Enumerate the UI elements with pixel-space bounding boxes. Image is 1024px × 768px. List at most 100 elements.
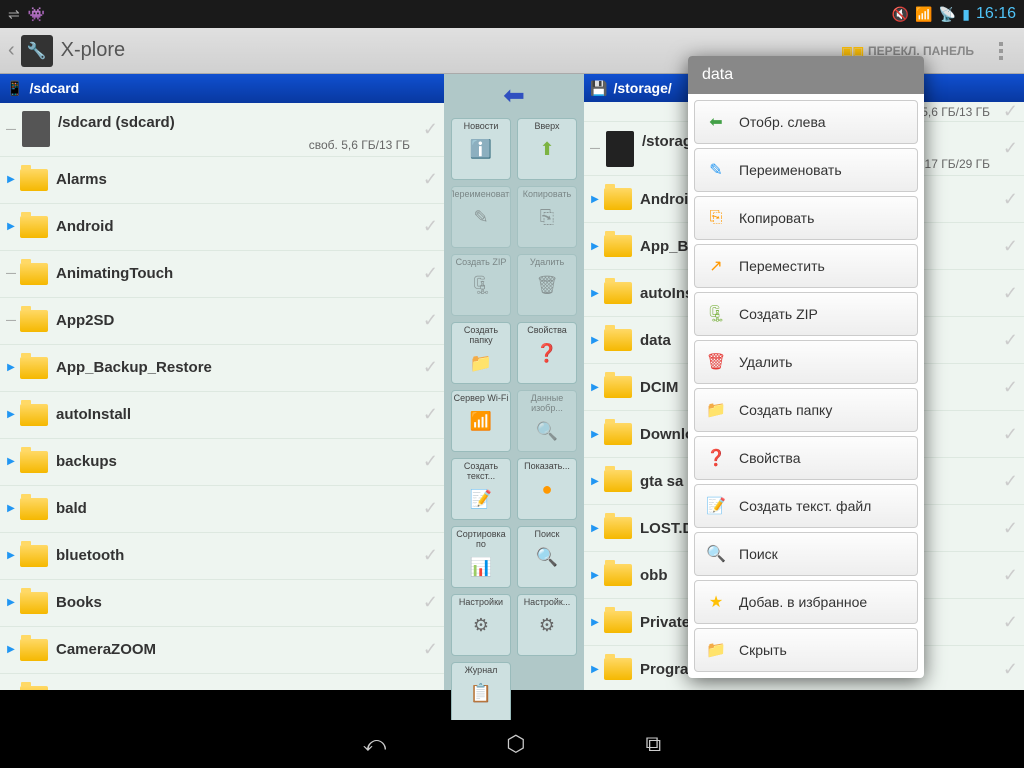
back-icon[interactable]: ‹ [8, 39, 15, 62]
check-icon[interactable]: ✓ [423, 404, 438, 425]
folder-row[interactable]: ▶ autoInstall ✓ [0, 392, 444, 439]
check-icon[interactable]: ✓ [423, 216, 438, 237]
folder-icon [604, 188, 632, 210]
check-icon[interactable]: ✓ [423, 545, 438, 566]
folder-row[interactable]: ▶ backups ✓ [0, 439, 444, 486]
back-button[interactable]: ⤺ [363, 731, 387, 757]
check-icon[interactable]: ✓ [423, 357, 438, 378]
context-menu-item[interactable]: ↗ Переместить [694, 244, 918, 288]
button-label: Данные изобр... [518, 393, 576, 413]
folder-row[interactable]: ▶ bald ✓ [0, 486, 444, 533]
device-icon [22, 111, 50, 147]
signal-icon: 📡 [939, 6, 956, 23]
check-icon[interactable]: ✓ [1003, 283, 1018, 304]
folder-label: App2SD [56, 312, 419, 329]
toolbar-button[interactable]: Поиск 🔍 [517, 526, 577, 588]
check-icon[interactable]: ✓ [423, 310, 438, 331]
toolbar-button[interactable]: Сортировка по 📊 [451, 526, 511, 588]
menu-item-label: Добав. в избранное [739, 594, 867, 610]
check-icon[interactable]: ✓ [423, 639, 438, 660]
folder-row[interactable]: ▶ CameraZOOM ✓ [0, 627, 444, 674]
check-icon[interactable]: ✓ [1003, 330, 1018, 351]
check-icon[interactable]: ✓ [423, 451, 438, 472]
check-icon[interactable]: ✓ [423, 592, 438, 613]
check-icon[interactable]: ✓ [1003, 518, 1018, 539]
folder-icon [20, 357, 48, 379]
context-menu-item[interactable]: 🔍 Поиск [694, 532, 918, 576]
context-menu-item[interactable]: ⬅ Отобр. слева [694, 100, 918, 144]
folder-label: /sdcard (sdcard) [58, 114, 419, 131]
folder-icon [604, 470, 632, 492]
root-item[interactable]: — /sdcard (sdcard) ✓ своб. 5,6 ГБ/13 ГБ [0, 103, 444, 157]
toolbar-button[interactable]: Настройк... ⚙ [517, 594, 577, 656]
sd-icon: 💾 [590, 80, 607, 97]
folder-icon [20, 451, 48, 473]
menu-item-icon: 🗑 [705, 351, 727, 373]
context-menu-item[interactable]: 📝 Создать текст. файл [694, 484, 918, 528]
toolbar-button[interactable]: Свойства ❓ [517, 322, 577, 384]
folder-row[interactable]: ▶ Books ✓ [0, 580, 444, 627]
left-pane-header[interactable]: 📱 /sdcard [0, 74, 444, 103]
check-icon[interactable]: ✓ [1003, 565, 1018, 586]
check-icon[interactable]: ✓ [1003, 236, 1018, 257]
folder-row[interactable]: ▶ App_Backup_Restore ✓ [0, 345, 444, 392]
check-icon[interactable]: ✓ [423, 119, 438, 140]
context-menu-item[interactable]: ❓ Свойства [694, 436, 918, 480]
tree-collapse-icon[interactable]: — [2, 124, 20, 135]
direction-arrow-left[interactable]: ⬅ [495, 82, 533, 108]
sd-icon: 📱 [6, 80, 23, 97]
folder-icon [604, 235, 632, 257]
menu-item-icon: 📁 [705, 639, 727, 661]
folder-icon [20, 545, 48, 567]
menu-item-label: Отобр. слева [739, 114, 826, 130]
folder-icon [20, 310, 48, 332]
toolbar-button[interactable]: Сервер Wi-Fi 📶 [451, 390, 511, 452]
check-icon[interactable]: ✓ [1003, 377, 1018, 398]
folder-label: Android [56, 218, 419, 235]
toolbar-button[interactable]: Журнал 📋 [451, 662, 511, 724]
folder-icon [604, 282, 632, 304]
context-menu-item[interactable]: 📁 Создать папку [694, 388, 918, 432]
check-icon[interactable]: ✓ [1003, 424, 1018, 445]
button-label: Переименовать [451, 189, 511, 199]
menu-item-label: Создать текст. файл [739, 498, 871, 514]
toolbar-button[interactable]: Вверх ⬆ [517, 118, 577, 180]
context-menu-item[interactable]: ★ Добав. в избранное [694, 580, 918, 624]
folder-row[interactable]: ▶ CartoonCamera ✓ [0, 674, 444, 690]
check-icon[interactable]: ✓ [423, 263, 438, 284]
recents-button[interactable]: ⧉ [646, 731, 662, 757]
toolbar-button[interactable]: Новости ℹ️ [451, 118, 511, 180]
toolbar-button[interactable]: Создать папку 📁 [451, 322, 511, 384]
check-icon[interactable]: ✓ [1003, 471, 1018, 492]
context-menu-item[interactable]: 🗜 Создать ZIP [694, 292, 918, 336]
toolbar-button[interactable]: Показать... ● [517, 458, 577, 520]
menu-item-icon: ⎘ [705, 207, 727, 229]
folder-row[interactable]: — AnimatingTouch ✓ [0, 251, 444, 298]
context-menu-item[interactable]: 📁 Скрыть [694, 628, 918, 672]
home-button[interactable]: ⬡ [506, 731, 525, 757]
toolbar-button[interactable]: Настройки ⚙ [451, 594, 511, 656]
check-icon[interactable]: ✓ [1003, 659, 1018, 680]
folder-icon [604, 564, 632, 586]
context-menu-item[interactable]: 🗑 Удалить [694, 340, 918, 384]
menu-item-icon: 📁 [705, 399, 727, 421]
menu-item-icon: 📝 [705, 495, 727, 517]
folder-row[interactable]: ▶ bluetooth ✓ [0, 533, 444, 580]
check-icon[interactable]: ✓ [423, 686, 438, 690]
check-icon[interactable]: ✓ [423, 498, 438, 519]
button-label: Показать... [524, 461, 570, 471]
check-icon[interactable]: ✓ [1003, 138, 1018, 159]
button-icon: ❓ [531, 337, 563, 369]
folder-icon [20, 263, 48, 285]
folder-row[interactable]: ▶ Alarms ✓ [0, 157, 444, 204]
button-icon: ⚙ [465, 609, 497, 641]
folder-row[interactable]: — App2SD ✓ [0, 298, 444, 345]
check-icon[interactable]: ✓ [423, 169, 438, 190]
check-icon[interactable]: ✓ [1003, 612, 1018, 633]
context-menu-item[interactable]: ✎ Переименовать [694, 148, 918, 192]
folder-row[interactable]: ▶ Android ✓ [0, 204, 444, 251]
overflow-menu-button[interactable] [986, 42, 1016, 60]
toolbar-button[interactable]: Создать текст... 📝 [451, 458, 511, 520]
context-menu-item[interactable]: ⎘ Копировать [694, 196, 918, 240]
check-icon[interactable]: ✓ [1003, 189, 1018, 210]
